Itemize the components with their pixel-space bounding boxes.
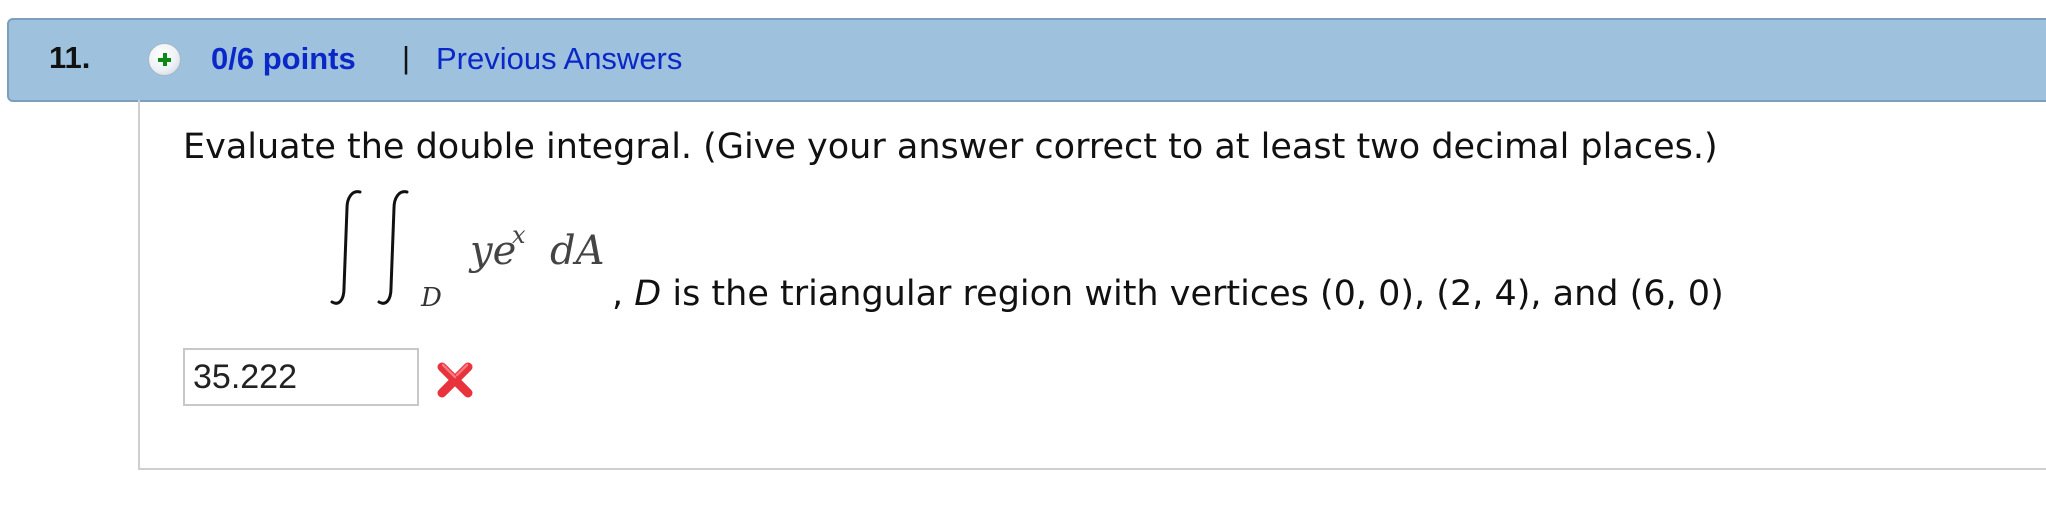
question-number: 11. [49, 40, 91, 75]
integrand: ye [468, 228, 516, 274]
double-integral-formula: D ye x dA [330, 190, 605, 313]
region-variable: D [634, 274, 662, 314]
points-link[interactable]: 0/6 points [211, 41, 356, 77]
region-prefix: , [612, 274, 635, 314]
integral-sign-2 [377, 190, 409, 305]
differential: dA [550, 228, 605, 274]
region-description: , D is the triangular region with vertic… [612, 274, 1724, 314]
domain-subscript: D [420, 283, 442, 313]
previous-answers-link[interactable]: Previous Answers [436, 41, 682, 77]
answer-input[interactable] [183, 348, 419, 406]
header-separator: | [402, 40, 411, 75]
region-rest: is the triangular region with vertices (… [661, 274, 1724, 314]
integral-sign-1 [330, 190, 362, 305]
expand-plus-icon[interactable] [148, 43, 181, 76]
question-instruction: Evaluate the double integral. (Give your… [183, 127, 1718, 167]
integrand-exponent: x [512, 221, 526, 249]
question-header: 11. 0/6 points | Previous Answers [7, 18, 2046, 102]
incorrect-x-icon [437, 362, 473, 398]
